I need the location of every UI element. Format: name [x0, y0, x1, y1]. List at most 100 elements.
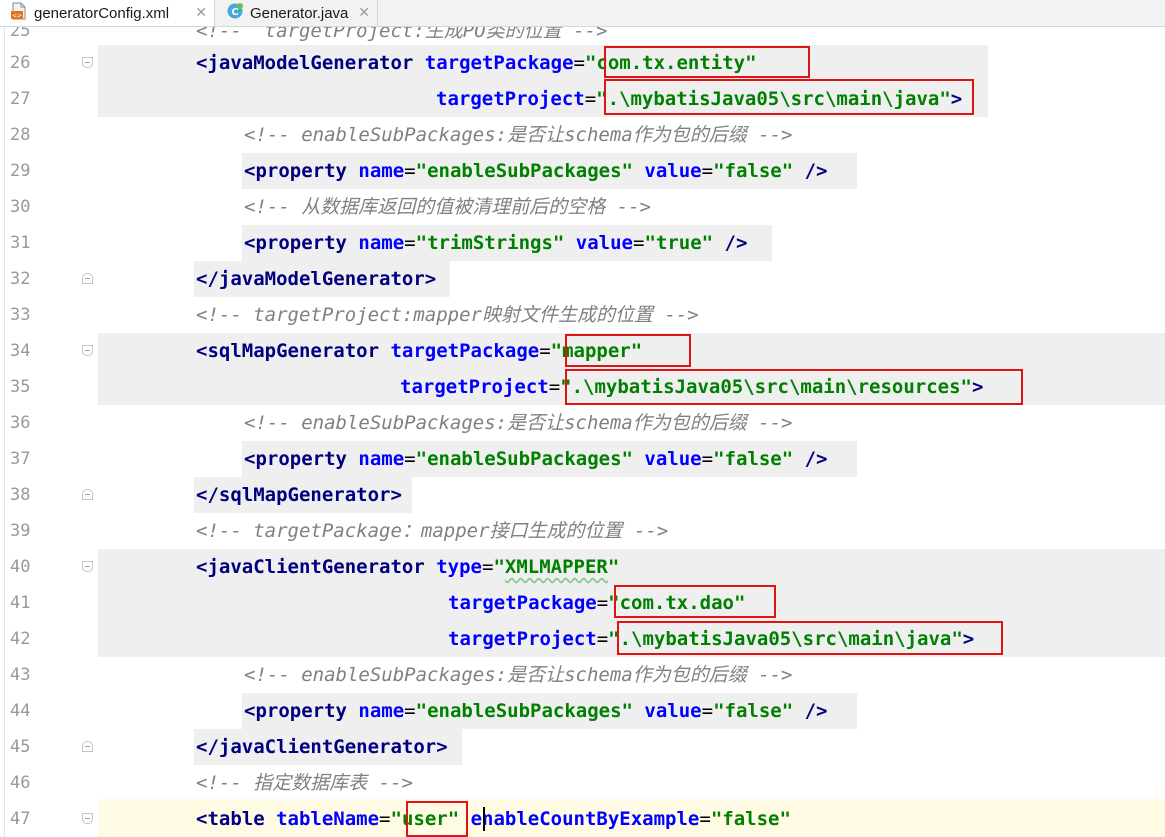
- xml-attribute: tableName: [276, 808, 380, 830]
- code-editor[interactable]: 25 <!-- targetProject:生成PO类的位置 --> 26 <j…: [0, 27, 1165, 837]
- line-number: 28: [10, 125, 31, 145]
- equals: =: [701, 700, 714, 722]
- fold-marker-icon[interactable]: [82, 741, 93, 752]
- xml-value: "false": [713, 700, 794, 722]
- xml-value: ".\mybatisJava05\src\main\java": [608, 628, 963, 650]
- code-text: <property name="enableSubPackages" value…: [244, 441, 827, 477]
- fold-marker-icon[interactable]: [82, 813, 93, 824]
- line-number: 39: [10, 521, 31, 541]
- xml-attribute: name: [358, 232, 405, 254]
- xml-value: "false": [710, 808, 791, 830]
- line-number: 27: [10, 89, 31, 109]
- tab-generatorconfig-xml[interactable]: <> generatorConfig.xml ✕: [0, 0, 215, 26]
- line-number: 40: [10, 557, 31, 577]
- code-text: targetProject=".\mybatisJava05\src\main\…: [448, 621, 974, 657]
- code-line: 27 targetProject=".\mybatisJava05\src\ma…: [0, 81, 1165, 117]
- code-line: 40 <javaClientGenerator type="XMLMAPPER": [0, 549, 1165, 585]
- equals: =: [404, 448, 416, 470]
- xml-tag: <property: [244, 160, 347, 182]
- fold-marker-icon[interactable]: [82, 561, 93, 572]
- equals: =: [701, 160, 714, 182]
- tag-end: >: [962, 628, 975, 650]
- equals: =: [584, 88, 597, 110]
- quote: ": [493, 556, 505, 578]
- xml-attribute: name: [358, 700, 405, 722]
- xml-closing-tag: </javaModelGenerator>: [196, 268, 437, 290]
- code-line: 47 <table tableName="user" enableCountBy…: [0, 801, 1165, 837]
- xml-value: "user": [390, 808, 460, 830]
- xml-attribute: targetProject: [436, 88, 585, 110]
- line-number: 38: [10, 485, 31, 505]
- equals: =: [482, 556, 494, 578]
- xml-tag: <javaClientGenerator: [196, 556, 425, 578]
- code-text: <javaModelGenerator targetPackage="com.t…: [196, 45, 757, 81]
- quote: ": [607, 556, 620, 578]
- xml-tag: <table: [196, 808, 265, 830]
- xml-attribute: targetProject: [400, 376, 549, 398]
- line-number: 42: [10, 629, 31, 649]
- line-number: 26: [10, 53, 31, 73]
- tag-end: >: [950, 88, 963, 110]
- tag-end: />: [793, 160, 828, 182]
- svg-text:C: C: [231, 7, 238, 18]
- xml-attribute: targetProject: [448, 628, 597, 650]
- xml-attribute: name: [358, 160, 405, 182]
- code-text: <property name="trimStrings" value="true…: [244, 225, 747, 261]
- code-line: 35 targetProject=".\mybatisJava05\src\ma…: [0, 369, 1165, 405]
- editor-tab-bar: <> generatorConfig.xml ✕ C Generator.jav…: [0, 0, 1165, 27]
- equals: =: [379, 808, 391, 830]
- xml-value: "true": [644, 232, 714, 254]
- comment: <!-- enableSubPackages:是否让schema作为包的后缀 -…: [244, 124, 793, 146]
- fold-marker-icon[interactable]: [82, 489, 93, 500]
- java-class-icon: C: [226, 2, 244, 24]
- code-line: 42 targetProject=".\mybatisJava05\src\ma…: [0, 621, 1165, 657]
- code-line: 26 <javaModelGenerator targetPackage="co…: [0, 45, 1165, 81]
- xml-value: "com.tx.entity": [584, 52, 757, 74]
- fold-marker-icon[interactable]: [82, 57, 93, 68]
- line-number: 41: [10, 593, 31, 613]
- xml-value: "false": [713, 448, 794, 470]
- xml-attribute: targetPackage: [448, 592, 597, 614]
- code-line: 46 <!-- 指定数据库表 -->: [0, 765, 1165, 801]
- text-caret: [483, 807, 485, 831]
- line-number: 31: [10, 233, 31, 253]
- line-number: 46: [10, 773, 31, 793]
- tag-end: />: [793, 700, 828, 722]
- line-number: 36: [10, 413, 31, 433]
- comment: <!-- enableSubPackages:是否让schema作为包的后缀 -…: [244, 664, 793, 686]
- close-icon[interactable]: ✕: [358, 5, 370, 21]
- xml-attribute: enableCountByExample: [470, 808, 700, 830]
- line-number: 37: [10, 449, 31, 469]
- code-line: 29 <property name="enableSubPackages" va…: [0, 153, 1165, 189]
- xml-attribute: targetPackage: [390, 340, 540, 362]
- fold-marker-icon[interactable]: [82, 273, 93, 284]
- fold-marker-icon[interactable]: [82, 345, 93, 356]
- xml-value: "enableSubPackages": [415, 448, 633, 470]
- equals: =: [701, 448, 714, 470]
- tab-generator-java[interactable]: C Generator.java ✕: [216, 0, 378, 26]
- equals: =: [633, 232, 645, 254]
- tag-end: />: [793, 448, 828, 470]
- comment: <!-- enableSubPackages:是否让schema作为包的后缀 -…: [244, 412, 793, 434]
- tag-end: >: [971, 376, 984, 398]
- line-number: 43: [10, 665, 31, 685]
- line-number: 34: [10, 341, 31, 361]
- line-number: 32: [10, 269, 31, 289]
- line-number: 44: [10, 701, 31, 721]
- comment: <!-- targetProject:mapper映射文件生成的位置 -->: [196, 304, 699, 326]
- xml-value: XMLMAPPER: [504, 556, 608, 578]
- tab-label: generatorConfig.xml: [34, 4, 170, 22]
- code-text: targetProject=".\mybatisJava05\src\main\…: [400, 369, 983, 405]
- code-line: 44 <property name="enableSubPackages" va…: [0, 693, 1165, 729]
- xml-tag: <property: [244, 700, 347, 722]
- equals: =: [404, 160, 416, 182]
- equals: =: [573, 52, 585, 74]
- line-number: 47: [10, 809, 31, 829]
- code-line: 37 <property name="enableSubPackages" va…: [0, 441, 1165, 477]
- code-text: <sqlMapGenerator targetPackage="mapper": [196, 333, 642, 369]
- line-number: 30: [10, 197, 31, 217]
- close-icon[interactable]: ✕: [195, 5, 207, 21]
- code-line: 45 </javaClientGenerator>: [0, 729, 1165, 765]
- xml-value: ".\mybatisJava05\src\main\resources": [560, 376, 972, 398]
- xml-attribute: value: [644, 448, 702, 470]
